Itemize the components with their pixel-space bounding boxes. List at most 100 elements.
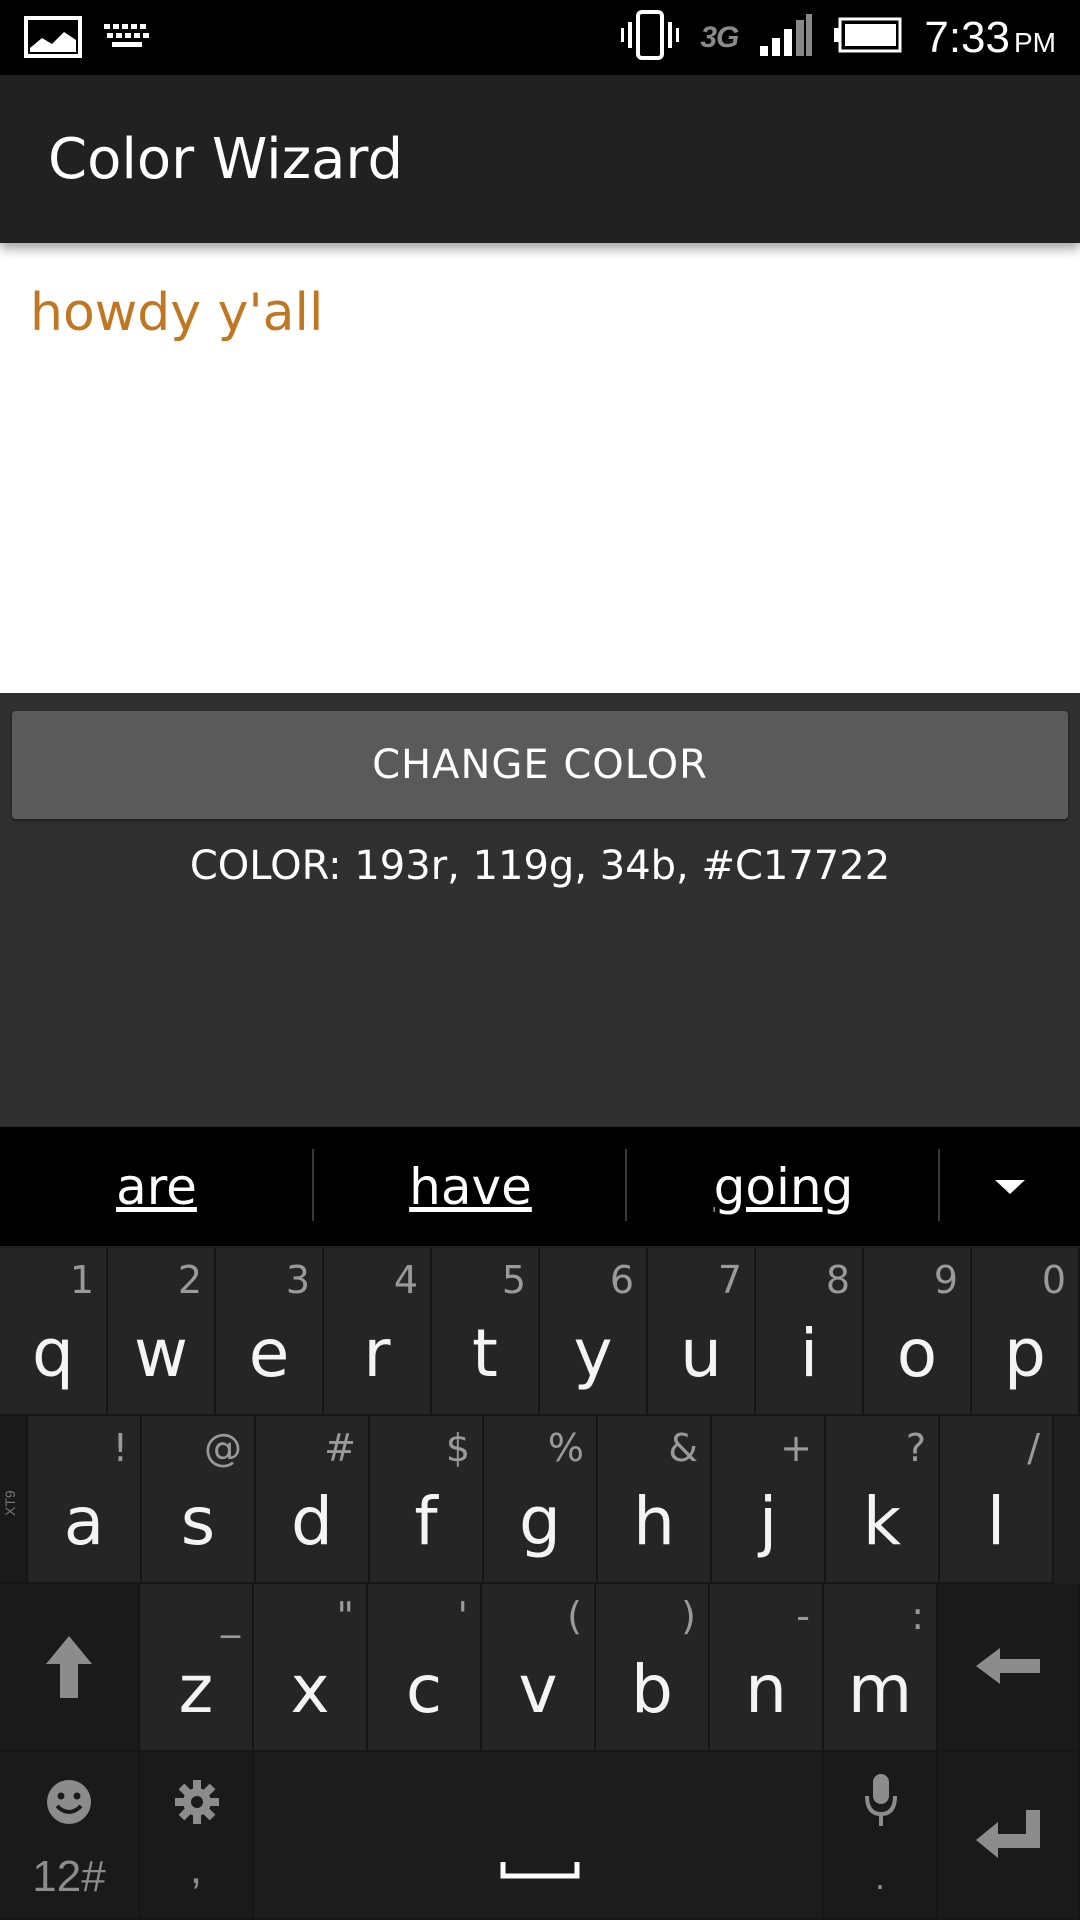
key-e[interactable]: 3e <box>216 1248 324 1416</box>
key-hint: _ <box>221 1594 240 1638</box>
symbols-key[interactable]: 12# <box>0 1752 140 1920</box>
key-label: h <box>633 1483 675 1560</box>
key-i[interactable]: 8i <box>756 1248 864 1416</box>
key-hint: 4 <box>393 1258 418 1302</box>
gear-icon <box>175 1780 219 1824</box>
key-label: a <box>63 1483 105 1560</box>
key-t[interactable]: 5t <box>432 1248 540 1416</box>
key-p[interactable]: 0p <box>972 1248 1080 1416</box>
key-l[interactable]: / l <box>940 1416 1054 1584</box>
key-m[interactable]: :m <box>824 1584 938 1752</box>
clock: 7:33 PM <box>924 12 1056 62</box>
backspace-key[interactable] <box>938 1584 1080 1752</box>
key-s[interactable]: @ s <box>142 1416 256 1584</box>
microphone-icon <box>865 1774 897 1826</box>
key-hint: ' <box>457 1594 468 1638</box>
key-label: q <box>32 1315 74 1392</box>
key-label: z <box>178 1651 214 1728</box>
emoji-icon <box>47 1780 91 1824</box>
battery-icon <box>834 17 904 58</box>
key-hint: 7 <box>717 1258 742 1302</box>
key-z[interactable]: _ z <box>140 1584 254 1752</box>
key-label: d <box>291 1483 333 1560</box>
space-bar-icon <box>500 1862 580 1879</box>
change-color-button[interactable]: CHANGE COLOR <box>12 711 1068 819</box>
sample-text[interactable]: howdy y'all <box>30 283 323 343</box>
symbols-label: 12# <box>32 1852 106 1901</box>
key-x[interactable]: " x <box>254 1584 368 1752</box>
keyboard-icon <box>102 22 154 57</box>
key-hint: $ <box>445 1426 470 1470</box>
key-label: p <box>1004 1315 1046 1392</box>
key-j[interactable]: + j <box>712 1416 826 1584</box>
key-u[interactable]: 7u <box>648 1248 756 1416</box>
key-b[interactable]: ) b <box>596 1584 710 1752</box>
key-label: n <box>745 1651 787 1728</box>
key-hint: + <box>780 1426 812 1470</box>
key-y[interactable]: 6y <box>540 1248 648 1416</box>
suggestion-2[interactable]: have <box>314 1127 627 1247</box>
more-suggestions-button[interactable] <box>940 1127 1080 1247</box>
key-c[interactable]: ' c <box>368 1584 482 1752</box>
key-r[interactable]: 4r <box>324 1248 432 1416</box>
shift-arrow-icon <box>46 1636 92 1698</box>
key-o[interactable]: 9o <box>864 1248 972 1416</box>
key-g[interactable]: % g <box>484 1416 598 1584</box>
vibrate-icon <box>620 10 680 65</box>
suggestion-1[interactable]: are <box>0 1127 313 1247</box>
key-label: x <box>290 1651 330 1728</box>
controls-area: CHANGE COLOR COLOR: 193r, 119g, 34b, #C1… <box>0 693 1080 1126</box>
period-label: . <box>874 1856 885 1897</box>
network-type: 3G <box>700 20 739 54</box>
key-k[interactable]: ? k <box>826 1416 940 1584</box>
enter-icon <box>976 1810 1040 1858</box>
key-q[interactable]: 1q <box>0 1248 108 1416</box>
keyboard: are have going 1q2w3e4r5t6y7u8i9o0p ! a @ s… <box>0 1126 1080 1920</box>
enter-key[interactable] <box>938 1752 1080 1920</box>
comma-label: , <box>189 1844 203 1893</box>
color-readout: COLOR: 193r, 119g, 34b, #C17722 <box>189 843 891 889</box>
key-label: k <box>862 1483 902 1560</box>
preview-area: howdy y'all <box>0 243 1080 693</box>
key-label: e <box>248 1315 290 1392</box>
key-hint: ( <box>567 1594 582 1638</box>
settings-comma-key[interactable]: , <box>140 1752 254 1920</box>
suggestion-3[interactable]: going <box>627 1127 940 1247</box>
key-a[interactable]: ! a <box>28 1416 142 1584</box>
key-label: t <box>472 1315 498 1392</box>
key-v[interactable]: (v <box>482 1584 596 1752</box>
signal-icon <box>758 12 814 63</box>
key-label: j <box>758 1483 778 1560</box>
key-w[interactable]: 2w <box>108 1248 216 1416</box>
key-hint: : <box>911 1594 924 1638</box>
key-label: b <box>631 1651 673 1728</box>
key-h[interactable]: & h <box>598 1416 712 1584</box>
key-hint: & <box>668 1426 698 1470</box>
key-f[interactable]: $ f <box>370 1416 484 1584</box>
key-d[interactable]: # d <box>256 1416 370 1584</box>
key-hint: " <box>336 1594 354 1638</box>
shift-key[interactable] <box>0 1584 140 1752</box>
space-key[interactable] <box>254 1752 824 1920</box>
key-hint: 2 <box>177 1258 202 1302</box>
key-label: i <box>799 1315 819 1392</box>
key-hint: 3 <box>285 1258 310 1302</box>
key-n[interactable]: -n <box>710 1584 824 1752</box>
key-label: g <box>519 1483 561 1560</box>
key-label: m <box>847 1651 913 1728</box>
xt9-label: XT9 <box>2 1490 18 1516</box>
key-label: r <box>363 1315 391 1392</box>
mic-period-key[interactable]: . <box>824 1752 938 1920</box>
xt9-tab[interactable]: XT9 <box>0 1416 28 1584</box>
key-label: c <box>405 1651 443 1728</box>
key-hint: - <box>796 1594 810 1638</box>
key-label: l <box>986 1483 1006 1560</box>
key-hint: ? <box>905 1426 926 1470</box>
key-label: v <box>518 1651 558 1728</box>
backspace-icon <box>976 1648 1040 1684</box>
key-hint: 6 <box>609 1258 634 1302</box>
status-bar: 3G 7:33 PM <box>0 0 1080 75</box>
key-label: y <box>573 1315 613 1392</box>
key-hint: 9 <box>933 1258 958 1302</box>
key-hint: 5 <box>501 1258 526 1302</box>
